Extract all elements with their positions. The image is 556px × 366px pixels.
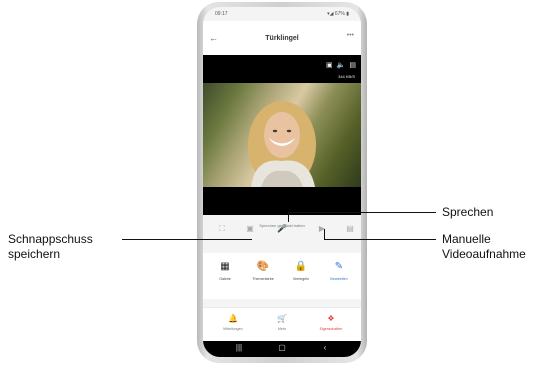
lock-icon: 🔒 bbox=[294, 261, 308, 272]
callout-snapshot-line1: Schnappschuss bbox=[8, 232, 93, 246]
callout-snapshot-line2: speichern bbox=[8, 247, 61, 261]
back-icon[interactable]: ‹ bbox=[315, 343, 335, 352]
feature-label: Themenfarbe bbox=[252, 277, 274, 281]
feature-gallery[interactable]: ▦ Galerie bbox=[207, 261, 243, 281]
bitrate-readout: 344 KB/S bbox=[338, 74, 355, 79]
callout-sprechen: Sprechen bbox=[442, 205, 494, 219]
camera-icon[interactable]: ▣ bbox=[326, 61, 333, 69]
recents-icon[interactable]: ||| bbox=[229, 343, 249, 352]
callout-tick-sprechen bbox=[288, 212, 289, 222]
feature-label: Bearbeiten bbox=[330, 277, 348, 281]
microphone-icon[interactable]: 🎤 bbox=[275, 222, 289, 236]
nav-label: Mitteilungen bbox=[223, 327, 243, 331]
nav-label: Eigenschaften bbox=[319, 327, 343, 331]
expand-icon[interactable]: ⛶ bbox=[215, 222, 229, 236]
status-time: 09:17 bbox=[215, 11, 228, 17]
cart-icon: 🛒 bbox=[277, 314, 287, 323]
snapshot-icon[interactable]: ▣ bbox=[243, 222, 257, 236]
phone-screen: 09:17 ▾◢ 67% ▮ ← Türklingel ••• ▣ 🔈 ▤ 34… bbox=[203, 7, 361, 357]
system-nav-bar: ||| ▢ ‹ bbox=[203, 341, 361, 357]
video-toolbar: ▣ 🔈 ▤ bbox=[326, 61, 356, 69]
video-feed[interactable]: ▣ 🔈 ▤ 344 KB/S Sprechen gedrückt halten bbox=[203, 55, 361, 228]
nav-more[interactable]: 🛒 Mehr bbox=[262, 314, 302, 331]
settings-icon: ❖ bbox=[327, 314, 335, 323]
feature-label: Galerie bbox=[219, 277, 231, 281]
person-photo bbox=[248, 101, 316, 187]
record-icon[interactable]: ▶ bbox=[315, 222, 329, 236]
bell-icon: 🔔 bbox=[228, 314, 238, 323]
edit-icon: ✎ bbox=[334, 261, 344, 272]
gallery-icon: ▦ bbox=[220, 261, 230, 272]
feature-edit[interactable]: ✎ Bearbeiten bbox=[321, 261, 357, 281]
feature-label: Verriegeln bbox=[292, 277, 310, 281]
home-icon[interactable]: ▢ bbox=[272, 343, 292, 352]
callout-line-sprechen bbox=[288, 212, 436, 213]
video-controls: ⛶ ▣ 🎤 ▶ ▤ bbox=[203, 219, 361, 245]
callout-line-snapshot bbox=[122, 239, 252, 240]
app-header: ← Türklingel ••• bbox=[203, 21, 361, 55]
palette-icon: 🎨 bbox=[256, 261, 270, 272]
speaker-icon[interactable]: 🔈 bbox=[337, 61, 346, 69]
callout-manual-line1: Manuelle bbox=[442, 232, 491, 246]
callout-tick-record bbox=[324, 229, 325, 239]
status-indicators: ▾◢ 67% ▮ bbox=[327, 11, 349, 17]
status-bar: 09:17 ▾◢ 67% ▮ bbox=[203, 7, 361, 21]
nav-label: Mehr bbox=[277, 327, 287, 331]
feature-row: ▦ Galerie 🎨 Themenfarbe 🔒 Verriegeln ✎ B… bbox=[203, 253, 361, 299]
page-title: Türklingel bbox=[265, 35, 299, 42]
bottom-nav: 🔔 Mitteilungen 🛒 Mehr ❖ Eigenschaften bbox=[203, 307, 361, 342]
fullscreen-icon[interactable]: ▤ bbox=[349, 61, 356, 69]
storage-icon[interactable]: ▤ bbox=[343, 222, 357, 236]
more-icon[interactable]: ••• bbox=[347, 32, 354, 39]
nav-properties[interactable]: ❖ Eigenschaften bbox=[311, 314, 351, 331]
camera-image bbox=[203, 83, 361, 187]
callout-line-record bbox=[324, 239, 436, 240]
nav-notifications[interactable]: 🔔 Mitteilungen bbox=[213, 314, 253, 331]
feature-lock[interactable]: 🔒 Verriegeln bbox=[283, 261, 319, 281]
callout-manual-line2: Videoaufnahme bbox=[442, 247, 526, 261]
feature-theme[interactable]: 🎨 Themenfarbe bbox=[245, 261, 281, 281]
